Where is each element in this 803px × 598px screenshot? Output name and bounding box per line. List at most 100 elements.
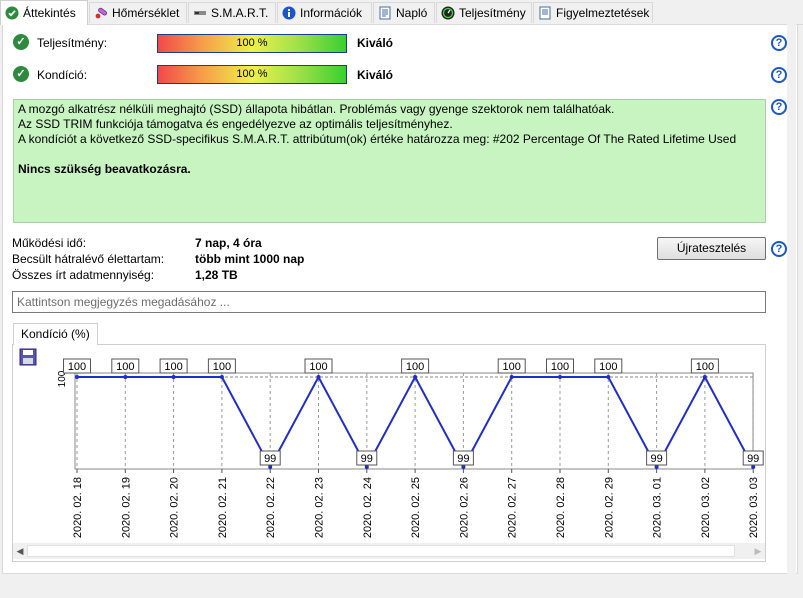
x-tick-label: 2020. 02. 26 [458,477,470,538]
help-icon[interactable]: ? [771,67,787,83]
data-label: 99 [361,453,373,465]
help-icon[interactable]: ? [771,99,787,115]
info-icon [282,6,296,20]
scrollbar-thumb[interactable] [27,545,735,557]
data-point [509,375,514,379]
speedometer-icon [441,6,455,20]
data-label: 100 [309,361,327,373]
x-tick-label: 2020. 02. 22 [265,477,277,538]
chart-svg: 100 100 100 100 100991009910099100 100 100991… [19,348,764,538]
data-point [123,375,128,379]
save-icon[interactable] [19,348,37,366]
scroll-left-icon[interactable]: ◀ [13,544,27,558]
data-point [268,465,273,469]
data-point [654,465,659,469]
written-data-value: 1,28 TB [195,268,238,282]
tab-6[interactable]: Teljesítmény [436,2,532,23]
help-icon[interactable]: ? [771,241,787,257]
data-point [219,375,224,379]
tab-7[interactable]: Figyelmeztetések [533,2,653,23]
written-data-label: Összes írt adatmennyiség: [12,268,155,282]
performance-bar: 100 % [157,34,347,53]
data-point [702,375,707,379]
x-tick-label: 2020. 02. 18 [72,477,84,538]
data-label: 100 [503,361,521,373]
status-line: A mozgó alkatrész nélküli meghajtó (SSD)… [18,102,615,116]
tab-label: Figyelmeztetések [556,6,650,20]
x-tick-label: 2020. 03. 01 [652,477,664,538]
uptime-value: 7 nap, 4 óra [195,236,262,250]
tab-bar: Áttekintés Hőmérséklet S.M.A.R.T. Informáci… [0,0,803,25]
retest-button[interactable]: Újratesztelés [657,237,766,260]
tab-condition-chart[interactable]: Kondíció (%) [13,323,98,345]
data-point [75,375,79,379]
condition-bar: 100 % [157,65,347,84]
data-label: 100 [406,361,424,373]
tab-4[interactable]: Információk [277,2,372,23]
data-point [171,375,176,379]
check-circle-icon [5,6,19,20]
data-label: 99 [264,453,276,465]
thermometer-icon [95,7,108,19]
tab-1[interactable]: Áttekintés [0,0,88,25]
performance-label: Teljesítmény: [37,36,108,50]
condition-label: Kondíció: [37,68,88,82]
tab-label: Információk [300,6,363,20]
remaining-life-value: több mint 1000 nap [195,252,305,266]
data-label: 99 [650,453,662,465]
data-label: 99 [457,453,469,465]
vertical-scrollbar[interactable] [787,24,796,574]
scroll-right-icon[interactable]: ▶ [751,544,765,558]
data-label: 100 [116,361,134,373]
x-tick-label: 2020. 02. 29 [603,477,615,538]
data-point [364,465,369,469]
tab-label: Hőmérséklet [112,6,180,20]
x-tick-label: 2020. 03. 03 [748,477,760,538]
tab-label: Teljesítmény [459,6,526,20]
data-label: 99 [747,453,759,465]
condition-chart: 100 100 100 100 100 99 100 99 100 99 100 100 100 99 1… [12,344,766,562]
horizontal-scrollbar[interactable]: ◀ ▶ [13,543,765,559]
data-label: 100 [164,361,182,373]
x-tick-label: 2020. 02. 19 [120,477,132,538]
data-label: 100 [213,361,231,373]
status-line: Az SSD TRIM funkciója támogatva és enged… [18,117,453,131]
data-point [606,375,611,379]
drive-icon [194,11,206,15]
document-icon [379,6,391,20]
tab-5[interactable]: Napló [373,2,435,23]
data-point [751,465,756,469]
tab-label: S.M.A.R.T. [211,6,269,20]
performance-rating: Kiváló [357,36,394,50]
check-icon: ✓ [13,66,29,82]
condition-rating: Kiváló [357,68,394,82]
x-tick-label: 2020. 02. 23 [314,477,326,538]
x-tick-label: 2020. 02. 25 [410,477,422,538]
check-icon: ✓ [13,34,29,50]
x-tick-label: 2020. 03. 02 [700,477,712,538]
data-label: 100 [599,361,617,373]
status-box: A mozgó alkatrész nélküli meghajtó (SSD)… [13,99,766,223]
data-label: 100 [696,361,714,373]
overview-panel: ✓ Teljesítmény: 100 % Kiváló ? ✓ Kondíci… [2,24,798,574]
x-tick-label: 2020. 02. 20 [169,477,181,538]
uptime-label: Működési idő: [12,236,87,250]
remaining-life-label: Becsült hátralévő élettartam: [12,252,165,266]
status-action: Nincs szükség beavatkozásra. [18,162,191,176]
x-tick-label: 2020. 02. 28 [555,477,567,538]
tab-3[interactable]: S.M.A.R.T. [188,2,276,23]
x-tick-label: 2020. 02. 24 [362,477,374,538]
tab-label: Áttekintés [23,6,76,20]
x-tick-label: 2020. 02. 21 [217,477,229,538]
tab-label: Napló [396,6,428,20]
data-label: 100 [551,361,569,373]
data-point [461,465,466,469]
help-icon[interactable]: ? [771,35,787,51]
status-line: A kondíciót a következő SSD-specifikus S… [18,132,737,146]
x-tick-label: 2020. 02. 27 [507,477,519,538]
tab-2[interactable]: Hőmérséklet [89,2,187,23]
data-point [316,375,321,379]
note-input[interactable]: Kattintson megjegyzés megadásához ... [12,291,766,313]
data-point [558,375,562,379]
data-point [413,375,418,379]
